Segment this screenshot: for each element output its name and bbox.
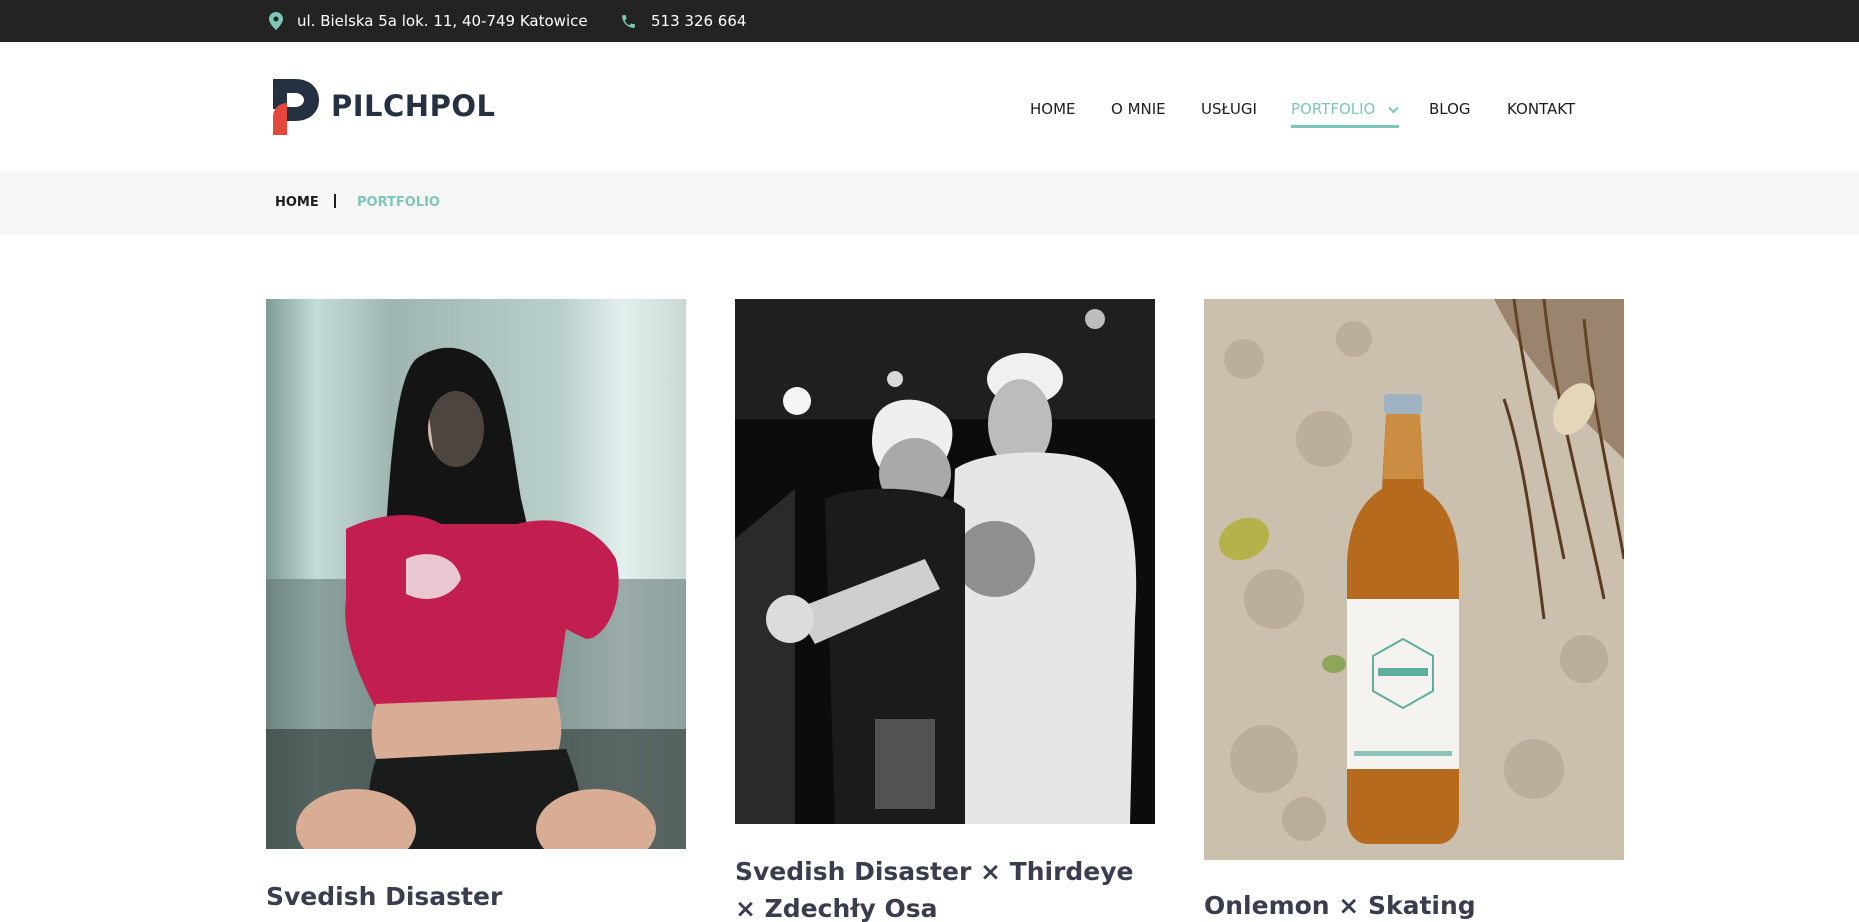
photo-two-men-bw-icon [735,299,1155,824]
site-logo[interactable]: PILCHPOL [271,77,495,135]
nav-blog[interactable]: BLOG [1429,100,1471,118]
portfolio-image[interactable] [735,299,1155,824]
phone-text[interactable]: 513 326 664 [651,12,746,30]
phone-icon [622,14,635,28]
nav-uslugi[interactable]: USŁUGI [1201,100,1257,118]
nav-portfolio[interactable]: PORTFOLIO [1291,100,1400,128]
breadcrumb-current: PORTFOLIO [357,195,440,210]
address-item: ul. Bielska 5a lok. 11, 40-749 Katowice [269,0,588,42]
active-underline [1291,125,1400,128]
nav-o-mnie[interactable]: O MNIE [1111,100,1166,118]
chevron-down-icon [1388,106,1399,113]
map-pin-icon [269,12,283,30]
breadcrumb-home[interactable]: HOME [275,195,319,210]
top-contact-bar: ul. Bielska 5a lok. 11, 40-749 Katowice … [0,0,1859,42]
portfolio-image[interactable] [1204,299,1624,860]
portfolio-title[interactable]: Onlemon × Skating [1204,887,1624,922]
main-nav: HOME O MNIE USŁUGI PORTFOLIO BLOG KONTAK… [1020,42,1580,171]
site-header: PILCHPOL HOME O MNIE USŁUGI PORTFOLIO BL… [0,42,1859,171]
portfolio-title[interactable]: Svedish Disaster [266,878,686,915]
nav-portfolio-label: PORTFOLIO [1291,100,1376,118]
logo-text: PILCHPOL [331,89,496,123]
breadcrumb-separator [334,194,336,208]
portfolio-title[interactable]: Svedish Disaster × Thirdeye × Zdechły Os… [735,853,1155,922]
nav-kontakt[interactable]: KONTAKT [1507,100,1575,118]
logo-p-icon [273,79,319,135]
address-text: ul. Bielska 5a lok. 11, 40-749 Katowice [297,12,588,30]
photo-woman-red-sweater-icon [266,299,686,849]
phone-item[interactable]: 513 326 664 [620,0,746,42]
nav-home[interactable]: HOME [1030,100,1076,118]
portfolio-image[interactable] [266,299,686,849]
photo-bottle-on-sand-icon [1204,299,1624,860]
breadcrumb: HOME PORTFOLIO [0,171,1859,235]
